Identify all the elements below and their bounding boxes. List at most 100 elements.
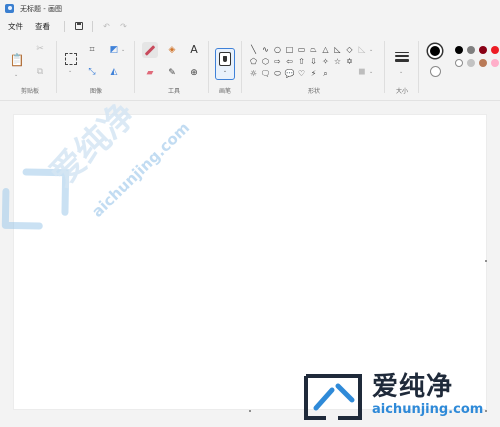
shape-option-icon[interactable]: ⬭ — [272, 68, 283, 79]
menu-file[interactable]: 文件 — [8, 21, 23, 32]
canvas-resize-handle-right[interactable] — [485, 260, 487, 262]
shape-option-icon[interactable]: ♡ — [296, 68, 307, 79]
shape-option-icon[interactable]: ⚡ — [308, 68, 319, 79]
save-button[interactable] — [73, 21, 84, 32]
pencil-button[interactable] — [143, 43, 157, 57]
brushes-button[interactable]: ⌄ — [215, 48, 235, 80]
rotate-icon: ◩ — [109, 45, 119, 55]
save-icon — [74, 22, 83, 30]
color-swatch[interactable] — [455, 59, 463, 67]
brand-logo-icon — [304, 374, 362, 420]
shape-option-icon[interactable]: ✧ — [320, 56, 331, 67]
rotate-button[interactable]: ◩ — [108, 44, 120, 56]
shape-option-icon[interactable]: ╲ — [248, 44, 259, 55]
group-label-image: 图像 — [89, 88, 102, 95]
shape-option-icon[interactable]: ⇨ — [272, 56, 283, 67]
chevron-down-icon: ⌄ — [222, 68, 228, 74]
shape-option-icon — [332, 68, 343, 79]
shape-option-icon[interactable]: ∿ — [260, 44, 271, 55]
resize-button[interactable]: ⤡ — [86, 66, 98, 78]
chevron-down-icon: ⌄ — [369, 47, 374, 53]
shape-option-icon[interactable]: ▭ — [296, 44, 307, 55]
shape-option-icon[interactable]: ✡ — [344, 56, 355, 67]
chevron-down-icon: ⌄ — [399, 69, 404, 75]
eraser-icon: ▰ — [146, 68, 154, 78]
outline-button[interactable]: ◺ — [356, 44, 368, 56]
magnifier-icon: ⊕ — [190, 68, 198, 78]
size-line-icon — [395, 52, 409, 53]
shape-option-icon[interactable]: ◺ — [332, 44, 343, 55]
title-bar: 无标题 - 画图 — [0, 0, 500, 17]
group-label-clipboard: 剪贴板 — [20, 88, 39, 95]
shape-option-icon[interactable]: ⌕ — [320, 68, 331, 79]
crop-icon: ⌗ — [89, 45, 95, 55]
group-separator — [134, 41, 135, 93]
undo-icon: ↶ — [103, 21, 110, 31]
group-label-tools: 工具 — [167, 88, 180, 95]
shape-fill-icon: ◼ — [358, 67, 366, 77]
redo-button[interactable]: ↷ — [118, 21, 129, 32]
color-swatch[interactable] — [479, 59, 487, 67]
shape-option-icon — [344, 68, 355, 79]
group-label-brushes: 画笔 — [218, 88, 231, 95]
menu-bar: 文件 查看 ↶ ↷ — [0, 17, 500, 35]
group-label-size: 大小 — [395, 88, 408, 95]
color-swatch[interactable] — [467, 46, 475, 54]
shape-option-icon[interactable]: ☆ — [332, 56, 343, 67]
shape-option-icon[interactable]: ⇧ — [296, 56, 307, 67]
menu-separator — [92, 20, 93, 32]
group-separator — [241, 41, 242, 93]
primary-color-button[interactable] — [428, 44, 442, 58]
canvas-resize-handle-bottom[interactable] — [249, 410, 251, 412]
group-separator — [56, 41, 57, 93]
brand-url: aichunjing.com — [372, 402, 484, 417]
watermark-brand: 爱纯净 aichunjing.com — [302, 372, 500, 424]
text-button[interactable]: A — [187, 42, 201, 56]
chevron-down-icon: ⌄ — [68, 68, 73, 74]
color-picker-button[interactable]: ✎ — [165, 66, 179, 80]
paint-app-icon — [5, 4, 14, 13]
undo-button[interactable]: ↶ — [101, 21, 112, 32]
shape-option-icon[interactable]: ⇦ — [284, 56, 295, 67]
shape-option-icon[interactable]: 💬 — [284, 68, 295, 79]
secondary-color-button[interactable] — [430, 66, 441, 77]
eraser-button[interactable]: ▰ — [143, 66, 157, 80]
magnifier-button[interactable]: ⊕ — [187, 66, 201, 80]
scissors-icon: ✂ — [36, 44, 44, 54]
shape-option-icon[interactable]: ⇩ — [308, 56, 319, 67]
drawing-canvas[interactable] — [14, 115, 486, 409]
ribbon-divider — [0, 100, 500, 101]
shape-option-icon[interactable]: △ — [320, 44, 331, 55]
size-line-icon — [395, 59, 409, 62]
shape-option-icon[interactable]: ○ — [272, 44, 283, 55]
shapes-gallery: ╲ ∿ ○ □ ▭ ⏢ △ ◺ ◇ ⬠ ⬡ ⇨ ⇦ ⇧ ⇩ ✧ ☆ ✡ ☼ 🗨 ⬭ 💬 ♡ ⚡ ⌕ — [248, 44, 353, 80]
outline-icon: ◺ — [358, 45, 366, 55]
crop-button[interactable]: ⌗ — [86, 44, 98, 56]
color-swatch[interactable] — [491, 59, 499, 67]
paste-icon: 📋 — [9, 53, 25, 67]
window-title: 无标题 - 画图 — [20, 4, 62, 13]
copy-button[interactable]: ⧉ — [34, 66, 46, 78]
brand-name: 爱纯净 — [372, 372, 454, 402]
shape-option-icon[interactable]: ⬠ — [248, 56, 259, 67]
menu-separator — [64, 20, 65, 32]
shape-option-icon[interactable]: □ — [284, 44, 295, 55]
cut-button[interactable]: ✂ — [34, 43, 46, 55]
fill-shape-button[interactable]: ◼ — [356, 66, 368, 78]
shape-option-icon[interactable]: ◇ — [344, 44, 355, 55]
shape-option-icon[interactable]: ☼ — [248, 68, 259, 79]
flip-button[interactable]: ◭ — [108, 66, 120, 78]
select-button[interactable] — [64, 52, 78, 66]
menu-view[interactable]: 查看 — [35, 21, 50, 32]
fill-button[interactable]: ◈ — [165, 43, 179, 57]
color-swatch[interactable] — [455, 46, 463, 54]
size-button[interactable] — [395, 52, 409, 64]
shape-option-icon[interactable]: ⏢ — [308, 44, 319, 55]
shape-option-icon[interactable]: ⬡ — [260, 56, 271, 67]
paste-button[interactable]: 📋 — [9, 52, 25, 68]
shape-option-icon[interactable]: 🗨 — [260, 68, 271, 79]
color-swatch[interactable] — [467, 59, 475, 67]
flip-icon: ◭ — [110, 67, 118, 77]
color-swatch[interactable] — [491, 46, 499, 54]
color-swatch[interactable] — [479, 46, 487, 54]
